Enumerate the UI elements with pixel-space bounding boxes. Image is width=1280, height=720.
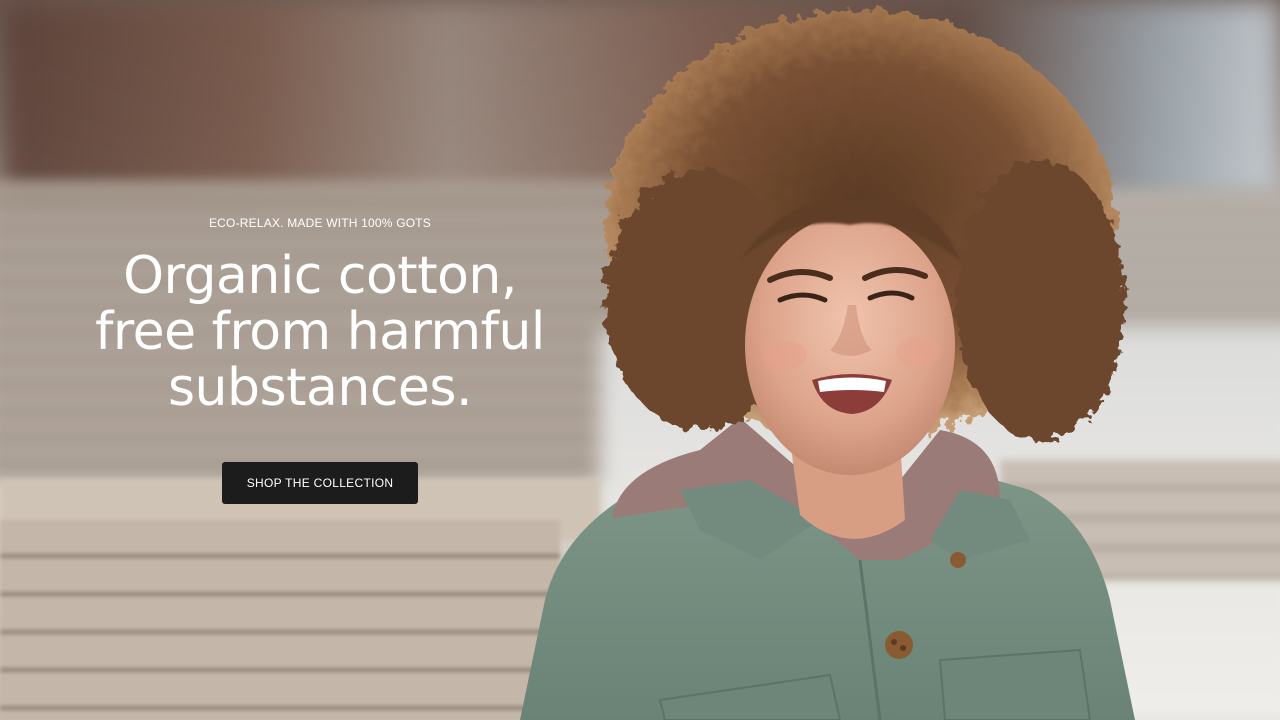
hero-banner: ECO-RELAX. MADE WITH 100% GOTS Organic c… [0,0,1280,720]
headline-line: Organic cotton, [123,246,517,306]
headline-line: free from harmful [95,302,545,362]
hero-headline: Organic cotton, free from harmful substa… [60,248,580,416]
headline-line: substances. [167,358,473,418]
hero-eyebrow: ECO-RELAX. MADE WITH 100% GOTS [208,216,432,230]
shop-the-collection-button[interactable]: SHOP THE COLLECTION [222,462,418,504]
hero-content: ECO-RELAX. MADE WITH 100% GOTS Organic c… [60,210,580,504]
